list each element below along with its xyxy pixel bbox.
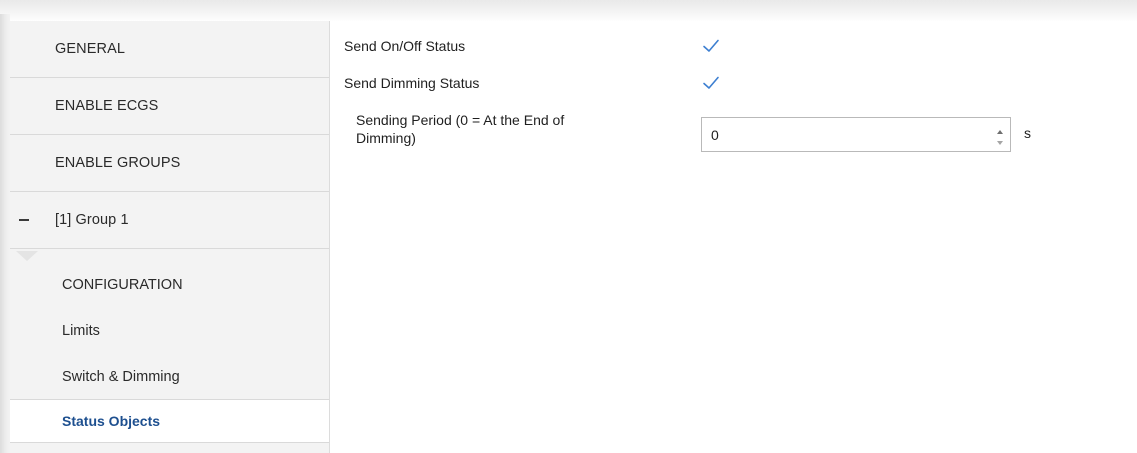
sidebar-item-label: ENABLE GROUPS — [55, 155, 181, 171]
sidebar-item-general[interactable]: GENERAL — [10, 21, 329, 78]
sidebar-item-enable-ecgs[interactable]: ENABLE ECGS — [10, 78, 329, 135]
send-onoff-status-label: Send On/Off Status — [344, 38, 466, 54]
parameters-window: GENERAL ENABLE ECGS ENABLE GROUPS [1] Gr… — [0, 0, 1137, 453]
sidebar-item-enable-groups[interactable]: ENABLE GROUPS — [10, 135, 329, 192]
sidebar-subitem-label: Switch & Dimming — [62, 369, 180, 385]
sidebar-subitem-status-objects[interactable]: Status Objects — [10, 399, 329, 443]
sending-period-label-line2: Dimming) — [356, 130, 416, 146]
sidebar-item-label: ENABLE ECGS — [55, 98, 159, 114]
check-icon — [703, 76, 719, 89]
spin-buttons — [994, 124, 1006, 146]
triangle-up-icon[interactable] — [994, 124, 1006, 134]
send-onoff-status-checkbox[interactable] — [701, 36, 721, 56]
sending-period-label-line1: Sending Period (0 = At the End of — [356, 112, 565, 128]
sidebar-item-group-1[interactable]: [1] Group 1 — [10, 192, 329, 249]
parameters-panel: Send On/Off Status Send Dimming Status S… — [331, 21, 1137, 453]
sidebar-subitem-label: CONFIGURATION — [62, 277, 183, 293]
sidebar-item-label: GENERAL — [55, 41, 125, 57]
sidebar-subitem-limits[interactable]: Limits — [10, 309, 329, 353]
sidebar-subitem-switch-dimming[interactable]: Switch & Dimming — [10, 355, 329, 399]
sidebar: GENERAL ENABLE ECGS ENABLE GROUPS [1] Gr… — [10, 21, 330, 453]
send-dimming-status-checkbox[interactable] — [701, 73, 721, 93]
sending-period-input[interactable] — [702, 118, 982, 151]
group-expand-notch — [16, 251, 38, 261]
triangle-down-icon[interactable] — [994, 135, 1006, 145]
window-left-edge — [0, 14, 10, 453]
sending-period-unit: s — [1024, 125, 1031, 141]
sending-period-spinbox — [701, 117, 1011, 152]
sidebar-subitem-configuration[interactable]: CONFIGURATION — [10, 263, 329, 307]
sidebar-subitem-label: Status Objects — [62, 413, 161, 429]
check-icon — [703, 39, 719, 52]
minus-icon[interactable] — [19, 219, 29, 221]
send-dimming-status-label: Send Dimming Status — [344, 75, 480, 91]
sidebar-item-label: [1] Group 1 — [55, 212, 129, 228]
window-top-edge — [0, 0, 1137, 22]
sidebar-subitem-label: Limits — [62, 323, 100, 339]
